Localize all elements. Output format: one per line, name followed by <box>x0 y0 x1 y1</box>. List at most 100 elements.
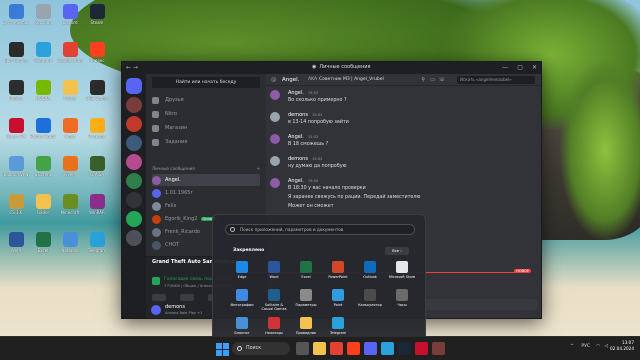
start-app[interactable]: Paint <box>323 289 353 315</box>
start-search-input[interactable]: Поиск приложений, параметров и документо… <box>225 224 415 235</box>
desktop-icon[interactable]: CS 1.6 <box>4 194 28 224</box>
app-icon <box>268 289 280 301</box>
desktop-icon[interactable]: Radmin VPN <box>4 156 28 186</box>
avatar[interactable] <box>270 178 280 188</box>
message-author[interactable]: Angel. 15:03 <box>288 134 318 140</box>
avatar[interactable] <box>270 156 280 166</box>
desktop-icon[interactable]: Minecraft <box>58 194 82 224</box>
screen-share-button[interactable] <box>180 294 194 301</box>
desktop-icon[interactable]: FiveM <box>58 156 82 186</box>
desktop-icon[interactable]: GTA SA <box>85 156 109 186</box>
desktop-icon[interactable]: Epic Games <box>4 42 28 72</box>
server-icon[interactable] <box>126 230 142 246</box>
desktop-icon[interactable]: OBS Studio <box>85 80 109 110</box>
start-app[interactable]: Outlook <box>355 261 385 287</box>
start-app[interactable]: Solitaire & Casual Games <box>259 289 289 315</box>
desktop-icon[interactable]: Telegram <box>85 232 109 262</box>
desktop-icon[interactable]: Rockstar <box>85 118 109 148</box>
start-app[interactable]: Microsoft Store <box>387 261 417 287</box>
desktop-icon[interactable]: Google Chrome <box>57 42 83 72</box>
desktop-icon[interactable]: Этот компьютер <box>3 4 29 34</box>
message-author[interactable]: demons 15:03 <box>288 156 322 162</box>
discord-home-icon[interactable] <box>126 78 142 94</box>
desktop-icon[interactable]: uTorrent <box>31 156 55 186</box>
desktop-icon[interactable]: Folder <box>31 194 55 224</box>
wifi-icon[interactable]: ◠ <box>596 344 600 349</box>
minimize-button[interactable]: — <box>502 64 508 71</box>
avatar[interactable] <box>270 90 280 100</box>
start-app[interactable]: PowerPoint <box>323 261 353 287</box>
desktop-icon[interactable]: Opera GX <box>4 118 28 148</box>
dm-item[interactable]: Angel. <box>152 174 260 186</box>
nav-item[interactable]: Задания <box>152 136 260 148</box>
desktop-icon[interactable]: Notepad <box>58 232 82 262</box>
taskbar-search[interactable]: Поиск <box>232 342 290 355</box>
server-icon[interactable] <box>126 97 142 113</box>
steam-icon[interactable] <box>398 342 411 355</box>
server-icon[interactable] <box>126 211 142 227</box>
nav-item[interactable]: Друзья <box>152 94 260 106</box>
avatar[interactable] <box>270 134 280 144</box>
start-app[interactable]: Параметры <box>291 289 321 315</box>
server-icon[interactable] <box>126 154 142 170</box>
windows-start-icon[interactable] <box>216 343 229 356</box>
desktop-icon[interactable]: Roblox Studio <box>30 118 56 148</box>
opera-icon[interactable] <box>415 342 428 355</box>
start-app[interactable]: Калькулятор <box>355 289 385 315</box>
start-app[interactable]: Фотографии <box>227 289 257 315</box>
desktop-icon[interactable]: Telegram <box>31 42 55 72</box>
start-app[interactable]: Excel <box>291 261 321 287</box>
server-icon[interactable] <box>126 116 142 132</box>
maximize-button[interactable]: ▢ <box>517 64 523 71</box>
start-app[interactable]: Word <box>259 261 289 287</box>
task-view-icon[interactable] <box>296 342 309 355</box>
nav-item[interactable]: Магазин <box>152 122 260 134</box>
dm-item[interactable]: Felix <box>152 200 260 212</box>
desktop-icon[interactable]: Яндекс <box>85 42 109 72</box>
title-bar: ← → ◉ Личные сообщения — ▢ ✕ <box>122 62 541 74</box>
start-app[interactable]: Edge <box>227 261 257 287</box>
start-app[interactable]: Часы <box>387 289 417 315</box>
server-icon[interactable] <box>126 192 142 208</box>
desktop-icon[interactable]: Folder <box>58 80 82 110</box>
server-icon[interactable] <box>126 173 142 189</box>
camera-button[interactable] <box>152 294 166 301</box>
avatar[interactable] <box>151 305 161 315</box>
desktop-icon[interactable]: NVIDIA <box>31 80 55 110</box>
message-author[interactable]: Angel. 15:04 <box>288 178 318 184</box>
desktop-icon[interactable]: Discord <box>58 4 82 34</box>
volume-icon[interactable]: ◁ <box>605 344 608 349</box>
telegram-icon[interactable] <box>381 342 394 355</box>
language-indicator[interactable]: РУС <box>581 344 590 349</box>
discord-icon[interactable] <box>364 342 377 355</box>
chat-search-input[interactable]: Искать «angelmenzubel» <box>457 76 535 84</box>
chrome-icon[interactable] <box>330 342 343 355</box>
nav-item[interactable]: Nitro <box>152 108 260 120</box>
dm-item[interactable]: 1.01.1965r <box>152 187 260 199</box>
message-author[interactable]: demons 15:03 <box>288 112 322 118</box>
message-text: Во сколько примерно ? <box>288 98 347 103</box>
add-dm-button[interactable]: + <box>256 166 260 171</box>
desktop-icon[interactable]: WinRAR <box>85 194 109 224</box>
clock[interactable]: 13:07 02.04.2024 <box>610 340 634 352</box>
nav-arrows[interactable]: ← → <box>126 64 138 71</box>
message-author[interactable]: Angel. 15:03 <box>288 90 318 96</box>
desktop-icon[interactable]: Steam <box>85 4 109 34</box>
avatar[interactable] <box>270 112 280 122</box>
desktop-icon[interactable]: Roblox <box>4 80 28 110</box>
all-apps-button[interactable]: Все › <box>385 247 409 255</box>
explorer-icon[interactable] <box>313 342 326 355</box>
call-icon[interactable]: ☏ <box>439 77 445 83</box>
video-icon[interactable]: ▭ <box>430 77 435 83</box>
desktop-icon[interactable]: Avast <box>58 118 82 148</box>
server-icon[interactable] <box>126 135 142 151</box>
pin-icon[interactable]: ⚲ <box>421 77 425 83</box>
app-icon[interactable] <box>432 342 445 355</box>
tray-chevron-icon[interactable]: ^ <box>570 344 574 349</box>
close-button[interactable]: ✕ <box>532 64 537 71</box>
desktop-icon[interactable]: Excel <box>31 232 55 262</box>
find-conversation-button[interactable]: Найти или начать беседу <box>152 77 260 88</box>
desktop-icon[interactable]: Корзина <box>31 4 55 34</box>
desktop-icon[interactable]: Word <box>4 232 28 262</box>
yandex-icon[interactable] <box>347 342 360 355</box>
